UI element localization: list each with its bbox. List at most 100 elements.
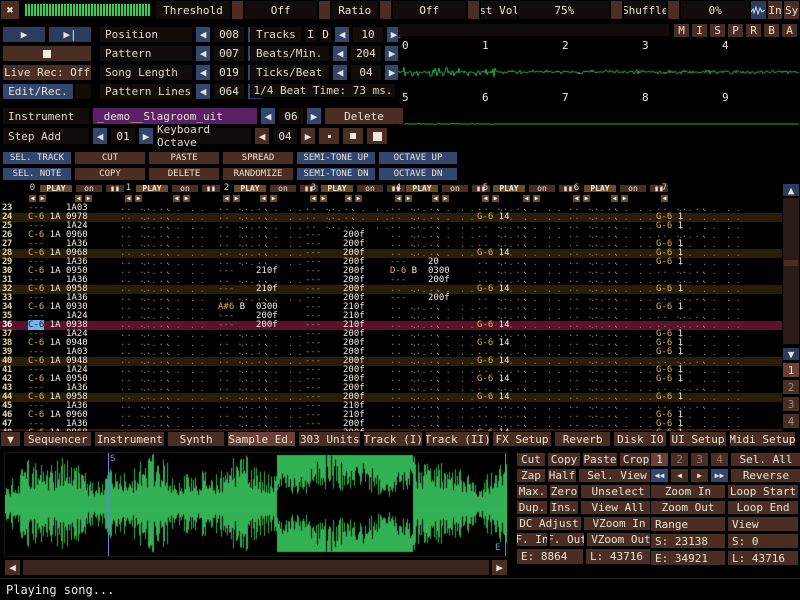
track-inc-3[interactable]: ▶ bbox=[319, 194, 328, 203]
sample-half-button[interactable]: Half bbox=[547, 468, 577, 483]
track-vol-inc-4[interactable]: ▶ bbox=[441, 194, 450, 203]
master-volume-handle[interactable] bbox=[610, 0, 623, 20]
track-on-button-5[interactable]: on bbox=[528, 184, 556, 193]
instrument-value[interactable]: B bbox=[234, 302, 245, 312]
track-vol-dec-4[interactable]: ◀ bbox=[431, 194, 440, 203]
view-start-value[interactable]: S: 0 bbox=[727, 533, 799, 549]
chevron-down-icon[interactable]: ▼ bbox=[782, 347, 800, 361]
track-on-button-3[interactable]: on bbox=[356, 184, 384, 193]
timing-flag-i[interactable]: I bbox=[304, 26, 317, 43]
close-icon[interactable]: ✖ bbox=[0, 0, 20, 20]
edit-button-semi-tone-up[interactable]: SEMI-TONE UP bbox=[296, 151, 376, 165]
sample-f-in-button[interactable]: F. In bbox=[516, 532, 548, 547]
range-start-value[interactable]: S: 23138 bbox=[650, 533, 726, 549]
instrument-value[interactable]: 1A bbox=[44, 338, 60, 348]
pattern-page-2[interactable]: 2 bbox=[782, 379, 800, 395]
stop-icon[interactable] bbox=[2, 45, 92, 62]
tab-sample-ed[interactable]: Sample Ed. bbox=[227, 431, 296, 447]
edit-button-randomize[interactable]: RANDOMIZE bbox=[222, 167, 294, 181]
track-on-button-1[interactable]: on bbox=[171, 184, 199, 193]
timing-dec-2[interactable]: ◀ bbox=[332, 64, 348, 81]
range-label[interactable]: Range bbox=[650, 516, 726, 532]
edit-button-spread[interactable]: SPREAD bbox=[222, 151, 294, 165]
track-play-button-0[interactable]: PLAY bbox=[39, 184, 73, 193]
view-length-value[interactable]: L: 43716 bbox=[727, 550, 799, 566]
live-rec-button[interactable]: Live Rec: Off bbox=[2, 64, 92, 81]
instrument-value[interactable]: 1A bbox=[44, 320, 60, 330]
track-dec-2[interactable]: ◀ bbox=[222, 194, 231, 203]
track-vol-inc-5[interactable]: ▶ bbox=[532, 194, 541, 203]
song-overview-scope[interactable]: 0 1 2 3 4 5 6 7 8 9 bbox=[398, 38, 800, 141]
sample-length-value[interactable]: L: 43716 bbox=[585, 548, 651, 565]
chevron-down-icon[interactable]: ▼ bbox=[0, 431, 21, 447]
sample-ins-button[interactable]: Ins. bbox=[549, 500, 579, 515]
track-dec-0[interactable]: ◀ bbox=[28, 194, 37, 203]
step-add-prev-button[interactable]: ◀ bbox=[92, 127, 108, 145]
track-play-button-4[interactable]: PLAY bbox=[405, 184, 439, 193]
tab-fx-setup[interactable]: FX Setup bbox=[492, 431, 552, 447]
instrument-prev-button[interactable]: ◀ bbox=[260, 107, 276, 125]
instrument-value[interactable]: 1A bbox=[44, 266, 60, 276]
edit-rec-button[interactable]: Edit/Rec. bbox=[2, 83, 74, 100]
tab-reverb[interactable]: Reverb bbox=[554, 431, 612, 447]
track-dec-5[interactable]: ◀ bbox=[481, 194, 490, 203]
sample-zero-button[interactable]: Zero bbox=[549, 484, 579, 499]
instrument-value[interactable]: B bbox=[406, 266, 417, 276]
instrument-value[interactable]: 1A bbox=[44, 212, 60, 222]
edit-button-octave-dn[interactable]: OCTAVE DN bbox=[378, 167, 458, 181]
toggle-i[interactable]: I bbox=[691, 23, 708, 38]
track-vol-dec-6[interactable]: ◀ bbox=[610, 194, 619, 203]
track-vol-dec-5[interactable]: ◀ bbox=[522, 194, 531, 203]
ratio-swatch[interactable] bbox=[379, 0, 392, 20]
range-end-value[interactable]: E: 34921 bbox=[650, 550, 726, 566]
track-vol-inc-6[interactable]: ▶ bbox=[620, 194, 629, 203]
sync-button[interactable]: Sy bbox=[783, 0, 800, 20]
track-vol-dec-3[interactable]: ◀ bbox=[344, 194, 353, 203]
waveform-scroll-trough[interactable] bbox=[22, 559, 490, 576]
track-bars-button-0[interactable]: ▮▮ bbox=[105, 184, 125, 193]
loop-end-button[interactable]: Loop End bbox=[727, 500, 799, 515]
keyboard-octave-next-button[interactable]: ▶ bbox=[300, 127, 316, 145]
param-value-0[interactable]: 008 bbox=[213, 26, 245, 43]
selection-start-marker[interactable] bbox=[108, 453, 109, 556]
track-dec-1[interactable]: ◀ bbox=[124, 194, 133, 203]
edit-button-delete[interactable]: DELETE bbox=[148, 167, 220, 181]
arrow-left-icon[interactable]: ◀ bbox=[4, 559, 21, 576]
edit-button-paste[interactable]: PASTE bbox=[148, 151, 220, 165]
sample-vzoom-in-button[interactable]: VZoom In bbox=[583, 516, 655, 531]
reverse-button[interactable]: Reverse bbox=[730, 468, 800, 483]
instrument-delete-button[interactable]: Delete bbox=[324, 107, 404, 125]
track-inc-1[interactable]: ▶ bbox=[134, 194, 143, 203]
step-add-value[interactable]: 01 bbox=[110, 127, 136, 145]
tab-midi-setup[interactable]: Midi Setup bbox=[729, 431, 796, 447]
selection-end-marker[interactable] bbox=[505, 453, 506, 556]
track-inc-5[interactable]: ▶ bbox=[491, 194, 500, 203]
tab-instrument[interactable]: Instrument bbox=[94, 431, 165, 447]
pattern-editor[interactable]: 0 PLAY on ▮▮ ◀ ▶ ◀ ▶ 1 PLAY on ▮▮ ◀ ▶ ◀ ▶ 2 PLAY on ▮▮ ◀ ▶ ◀ ▶ 3… bbox=[0, 183, 800, 431]
sample-unselect-button[interactable]: Unselect bbox=[580, 484, 656, 499]
track-play-button-3[interactable]: PLAY bbox=[320, 184, 354, 193]
param-dec-3[interactable]: ◀ bbox=[195, 83, 211, 100]
track-inc-4[interactable]: ▶ bbox=[404, 194, 413, 203]
edit-button-octave-up[interactable]: OCTAVE UP bbox=[378, 151, 458, 165]
rewind-icon[interactable]: ◀◀ bbox=[650, 468, 669, 483]
step-back-icon[interactable]: ◀ bbox=[670, 468, 689, 483]
track-play-button-2[interactable]: PLAY bbox=[233, 184, 267, 193]
chevron-up-icon[interactable]: ▲ bbox=[782, 183, 800, 197]
timing-dec-0[interactable]: ◀ bbox=[334, 26, 350, 43]
param-dec-2[interactable]: ◀ bbox=[195, 64, 211, 81]
step-add-next-button[interactable]: ▶ bbox=[138, 127, 154, 145]
track-dec-3[interactable]: ◀ bbox=[309, 194, 318, 203]
waveform-display[interactable]: S E bbox=[4, 452, 508, 557]
tab-disk-io[interactable]: Disk IO bbox=[613, 431, 667, 447]
track-vol-inc-0[interactable]: ▶ bbox=[84, 194, 93, 203]
threshold-value[interactable]: Off bbox=[244, 0, 318, 20]
arrow-right-icon[interactable]: ▶ bbox=[491, 559, 508, 576]
shuffle-swatch[interactable] bbox=[667, 0, 680, 20]
select-all-button[interactable]: Sel. All bbox=[730, 452, 800, 467]
timing-flag-d[interactable]: D bbox=[319, 26, 332, 43]
edit-button-sel-note[interactable]: SEL. NOTE bbox=[2, 167, 72, 181]
sample-crop-button[interactable]: Crop bbox=[619, 452, 653, 467]
instrument-value[interactable]: 1A bbox=[44, 284, 60, 294]
track-on-button-2[interactable]: on bbox=[269, 184, 297, 193]
